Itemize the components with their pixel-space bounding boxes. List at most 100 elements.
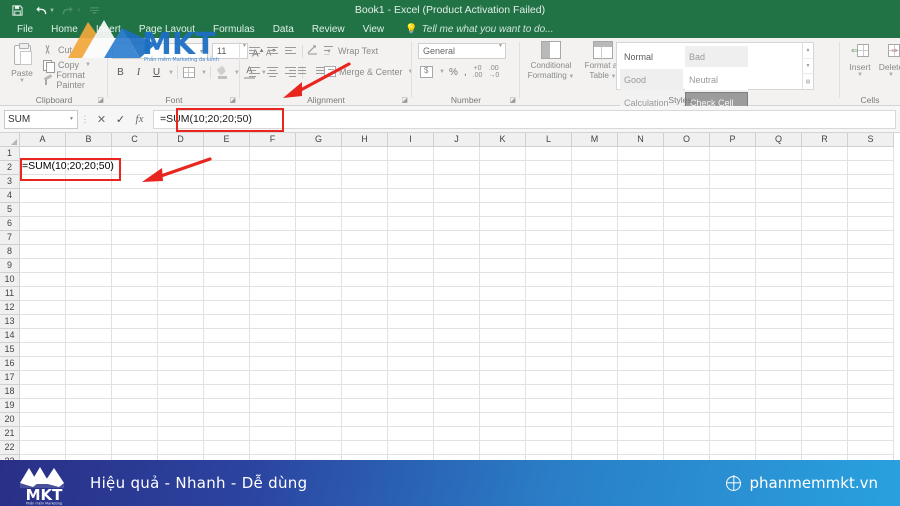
cell-M20[interactable] — [572, 413, 618, 427]
row-header-21[interactable]: 21 — [0, 427, 20, 441]
cell-A5[interactable] — [20, 203, 66, 217]
increase-decimal-button[interactable]: +0.00 — [471, 64, 485, 80]
cell-Q17[interactable] — [756, 371, 802, 385]
cell-H1[interactable] — [342, 147, 388, 161]
cell-B21[interactable] — [66, 427, 112, 441]
select-all-button[interactable] — [0, 133, 20, 147]
cell-P19[interactable] — [710, 399, 756, 413]
cell-G6[interactable] — [296, 217, 342, 231]
cell-F8[interactable] — [250, 245, 296, 259]
cell-R21[interactable] — [802, 427, 848, 441]
cell-S14[interactable] — [848, 329, 894, 343]
cell-K14[interactable] — [480, 329, 526, 343]
wrap-text-button[interactable]: Wrap Text — [324, 45, 378, 56]
cell-J20[interactable] — [434, 413, 480, 427]
cell-D19[interactable] — [158, 399, 204, 413]
cell-D13[interactable] — [158, 315, 204, 329]
row-header-10[interactable]: 10 — [0, 273, 20, 287]
cell-K15[interactable] — [480, 343, 526, 357]
cell-S2[interactable] — [848, 161, 894, 175]
cell-P9[interactable] — [710, 259, 756, 273]
clipboard-dialog-launcher-icon[interactable]: ◪ — [97, 96, 104, 104]
cell-Q2[interactable] — [756, 161, 802, 175]
cell-Q12[interactable] — [756, 301, 802, 315]
cell-J19[interactable] — [434, 399, 480, 413]
cell-J3[interactable] — [434, 175, 480, 189]
cell-F18[interactable] — [250, 385, 296, 399]
cell-S13[interactable] — [848, 315, 894, 329]
cell-I15[interactable] — [388, 343, 434, 357]
cell-N16[interactable] — [618, 357, 664, 371]
cell-A3[interactable] — [20, 175, 66, 189]
cell-I13[interactable] — [388, 315, 434, 329]
tab-review[interactable]: Review — [303, 21, 354, 38]
cell-B3[interactable] — [66, 175, 112, 189]
cell-I12[interactable] — [388, 301, 434, 315]
cell-G5[interactable] — [296, 203, 342, 217]
cell-O15[interactable] — [664, 343, 710, 357]
cell-O10[interactable] — [664, 273, 710, 287]
cell-L21[interactable] — [526, 427, 572, 441]
row-header-16[interactable]: 16 — [0, 357, 20, 371]
cell-S15[interactable] — [848, 343, 894, 357]
cell-J22[interactable] — [434, 441, 480, 455]
cell-R8[interactable] — [802, 245, 848, 259]
cell-J10[interactable] — [434, 273, 480, 287]
cell-C15[interactable] — [112, 343, 158, 357]
cell-J7[interactable] — [434, 231, 480, 245]
cell-M16[interactable] — [572, 357, 618, 371]
number-format-dropdown-icon[interactable]: ▼ — [498, 43, 517, 49]
cell-I11[interactable] — [388, 287, 434, 301]
row-header-12[interactable]: 12 — [0, 301, 20, 315]
merge-center-button[interactable]: Merge & Center ▼ — [324, 66, 413, 77]
cell-D14[interactable] — [158, 329, 204, 343]
cell-K12[interactable] — [480, 301, 526, 315]
cell-D8[interactable] — [158, 245, 204, 259]
cell-K6[interactable] — [480, 217, 526, 231]
cell-E20[interactable] — [204, 413, 250, 427]
row-header-3[interactable]: 3 — [0, 175, 20, 189]
cell-H4[interactable] — [342, 189, 388, 203]
cell-S17[interactable] — [848, 371, 894, 385]
cell-E10[interactable] — [204, 273, 250, 287]
cell-C6[interactable] — [112, 217, 158, 231]
cell-H3[interactable] — [342, 175, 388, 189]
cell-G19[interactable] — [296, 399, 342, 413]
cell-K7[interactable] — [480, 231, 526, 245]
cell-S4[interactable] — [848, 189, 894, 203]
cell-G16[interactable] — [296, 357, 342, 371]
cell-H9[interactable] — [342, 259, 388, 273]
cell-N5[interactable] — [618, 203, 664, 217]
cell-L10[interactable] — [526, 273, 572, 287]
cell-Q6[interactable] — [756, 217, 802, 231]
cell-M8[interactable] — [572, 245, 618, 259]
cell-P20[interactable] — [710, 413, 756, 427]
cell-J4[interactable] — [434, 189, 480, 203]
cell-O19[interactable] — [664, 399, 710, 413]
align-bottom-button[interactable] — [282, 43, 299, 60]
cell-F1[interactable] — [250, 147, 296, 161]
cell-L11[interactable] — [526, 287, 572, 301]
cell-A4[interactable] — [20, 189, 66, 203]
cell-O21[interactable] — [664, 427, 710, 441]
align-top-button[interactable] — [246, 43, 263, 60]
comma-style-button[interactable]: , — [462, 64, 469, 80]
cell-E6[interactable] — [204, 217, 250, 231]
cell-C4[interactable] — [112, 189, 158, 203]
cell-R17[interactable] — [802, 371, 848, 385]
cell-G13[interactable] — [296, 315, 342, 329]
cell-H11[interactable] — [342, 287, 388, 301]
delete-cells-button[interactable]: ⇒ Delete ▼ — [874, 42, 900, 92]
cell-E15[interactable] — [204, 343, 250, 357]
cell-S18[interactable] — [848, 385, 894, 399]
cell-E2[interactable] — [204, 161, 250, 175]
row-header-5[interactable]: 5 — [0, 203, 20, 217]
cell-D15[interactable] — [158, 343, 204, 357]
cell-M6[interactable] — [572, 217, 618, 231]
accounting-format-button[interactable] — [418, 64, 435, 80]
cell-N20[interactable] — [618, 413, 664, 427]
cell-N17[interactable] — [618, 371, 664, 385]
worksheet-grid[interactable]: ABCDEFGHIJKLMNOPQRS 1 2 3 4 5 6 7 8 9 10 11 12 13 14 1… — [0, 133, 900, 460]
cell-J2[interactable] — [434, 161, 480, 175]
cell-F3[interactable] — [250, 175, 296, 189]
